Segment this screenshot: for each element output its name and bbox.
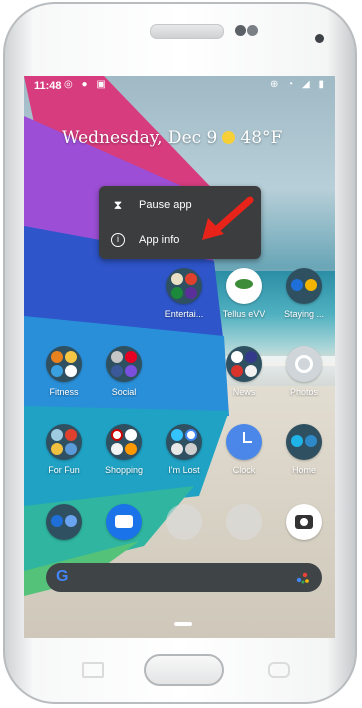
app-label: Social: [111, 387, 137, 397]
dock-gmail[interactable]: [153, 504, 215, 540]
app-label: News: [232, 387, 256, 397]
temperature-text: 48°F: [240, 128, 283, 148]
app-label: Shopping: [104, 465, 144, 475]
dock-messages[interactable]: [93, 504, 155, 540]
menu-item-label: Pause app: [139, 199, 192, 211]
home-folder-icon: [286, 424, 322, 460]
app-label: Photos: [289, 387, 319, 397]
phone-icon: [46, 504, 82, 540]
app-folder-home[interactable]: Home: [273, 424, 335, 475]
app-label: Entertai...: [164, 309, 204, 319]
menu-item-label: App info: [139, 234, 180, 246]
google-logo-icon: G: [56, 568, 69, 585]
app-tellus-evv[interactable]: Tellus eVV: [213, 268, 275, 319]
dock-camera[interactable]: [273, 504, 335, 540]
app-label: Clock: [232, 465, 256, 475]
app-folder-im-lost[interactable]: I'm Lost: [153, 424, 215, 475]
home-hardware-button[interactable]: [144, 654, 224, 686]
app-label: For Fun: [48, 465, 80, 475]
dock-phone-folder[interactable]: [33, 504, 95, 540]
app-label: I'm Lost: [168, 465, 200, 475]
app-folder-entertainment[interactable]: Entertai...: [153, 268, 215, 319]
date-weather-widget[interactable]: Wednesday, Dec 9 48°F: [62, 128, 282, 148]
app-folder-shopping[interactable]: Shopping: [93, 424, 155, 475]
hourglass-icon: ⧗: [113, 198, 123, 212]
shopping-folder-icon: [106, 424, 142, 460]
tellus-app-icon: [226, 268, 262, 304]
status-bar: 11:48 ◎ ● ▣ ⊕ ◔ ◢ ▮: [24, 76, 335, 96]
camera-icon: [286, 504, 322, 540]
clock-icon: [226, 424, 262, 460]
date-text: Wednesday, Dec 9: [62, 128, 218, 148]
news-folder-icon: [226, 346, 262, 382]
app-clock[interactable]: Clock: [213, 424, 275, 475]
earpiece-speaker: [150, 24, 224, 39]
app-label: Fitness: [49, 387, 79, 397]
red-arrow-annotation: [202, 196, 254, 240]
staying-folder-icon: [286, 268, 322, 304]
app-folder-social[interactable]: Social: [93, 346, 155, 397]
back-key[interactable]: [268, 662, 290, 678]
messages-icon: [106, 504, 142, 540]
im-lost-folder-icon: [166, 424, 202, 460]
gesture-nav-pill[interactable]: [174, 622, 192, 626]
dock-chrome[interactable]: [213, 504, 275, 540]
app-label: Home: [291, 465, 316, 475]
proximity-sensor-icon: [247, 25, 258, 36]
app-folder-fitness[interactable]: Fitness: [33, 346, 95, 397]
photos-pinwheel-icon: [286, 346, 322, 382]
chrome-icon: [226, 504, 262, 540]
home-screen: 11:48 ◎ ● ▣ ⊕ ◔ ◢ ▮ Wednesday, Dec 9 48°F…: [24, 76, 335, 638]
google-search-bar[interactable]: G: [46, 563, 322, 592]
gmail-icon: [166, 504, 202, 540]
app-photos[interactable]: Photos: [273, 346, 335, 397]
for-fun-folder-icon: [46, 424, 82, 460]
app-folder-news[interactable]: News: [213, 346, 275, 397]
info-icon: i: [111, 233, 125, 247]
social-folder-icon: [106, 346, 142, 382]
app-folder-for-fun[interactable]: For Fun: [33, 424, 95, 475]
sun-icon: [222, 131, 236, 144]
status-time: 11:48: [34, 80, 62, 92]
light-sensor-icon: [315, 34, 324, 43]
fitness-folder-icon: [46, 346, 82, 382]
status-left-icons: ◎ ● ▣: [64, 79, 109, 90]
app-folder-staying[interactable]: Staying ...: [273, 268, 335, 319]
status-right-icons: ⊕ ◔ ◢ ▮: [270, 79, 327, 90]
entertainment-folder-icon: [166, 268, 202, 304]
app-label: Staying ...: [283, 309, 325, 319]
recent-apps-key[interactable]: [82, 662, 104, 678]
front-camera-icon: [235, 25, 246, 36]
google-assistant-icon[interactable]: [296, 571, 310, 585]
app-label: Tellus eVV: [222, 309, 266, 319]
